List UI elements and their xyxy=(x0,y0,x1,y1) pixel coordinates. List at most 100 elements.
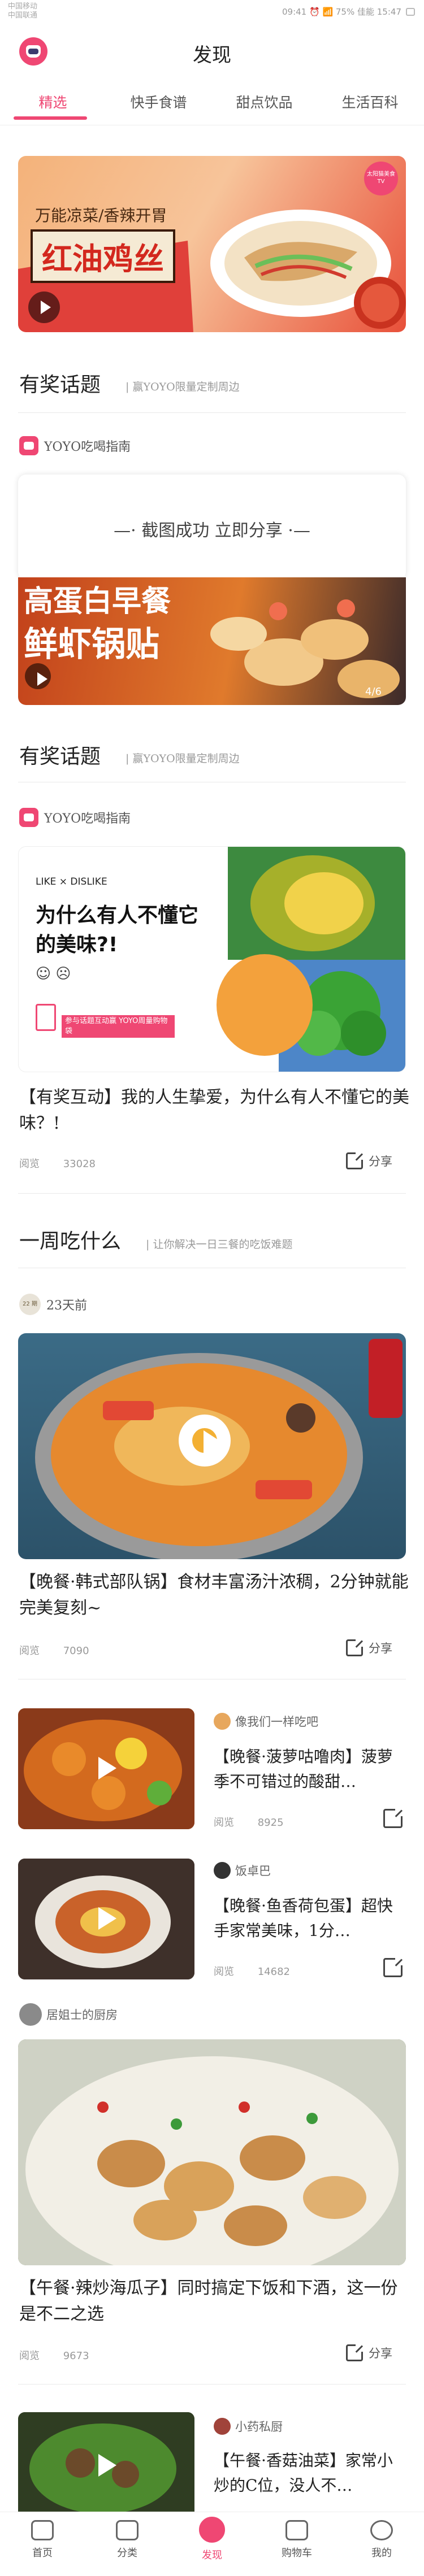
carrier-line-2: 中国联通 xyxy=(8,11,38,20)
share-button[interactable]: 分享 xyxy=(346,1639,392,1656)
views-count: 9673 xyxy=(63,2350,89,2362)
nav-home[interactable]: 首页 xyxy=(0,2520,85,2560)
mini-author-row[interactable]: 饭卓巴 xyxy=(214,1862,271,1879)
topic-promo: 参与话题互动赢 YOYO周量购物袋 xyxy=(62,1015,175,1038)
play-icon[interactable] xyxy=(86,1899,126,1939)
author-avatar-icon xyxy=(19,808,38,827)
author-name: 饭卓巴 xyxy=(235,1864,271,1878)
topic-card-image[interactable]: LIKE × DISLIKE 为什么有人不懂它的美味?! ☺ ☹ 参与话题互动赢… xyxy=(18,846,406,1072)
status-text: 09:41 ⏰ 📶 75% 佳能 15:47 xyxy=(282,7,401,17)
views-count: 33028 xyxy=(63,1158,96,1170)
share-icon xyxy=(346,1152,364,1169)
share-icon xyxy=(346,1639,364,1656)
views-label: 阅览 xyxy=(214,1817,234,1829)
topic-tag: LIKE × DISLIKE xyxy=(36,876,107,887)
page-title: 发现 xyxy=(193,44,231,67)
emoji-faces-icon: ☺ ☹ xyxy=(36,965,71,982)
discover-icon xyxy=(199,2517,225,2543)
play-icon[interactable] xyxy=(25,663,51,689)
screenshot-share-popup[interactable]: —· 截图成功 立即分享 ·— xyxy=(18,475,406,580)
clam-post-image[interactable] xyxy=(18,2039,406,2265)
mini-post-title[interactable]: 【晚餐·菠萝咕噜肉】菠萝季不可错过的酸甜… xyxy=(214,1744,406,1794)
tab-desserts[interactable]: 甜点饮品 xyxy=(211,92,317,112)
section-title-topic: 有奖话题 xyxy=(19,373,101,397)
weekly-video-thumb[interactable] xyxy=(18,1333,406,1559)
share-button[interactable]: 分享 xyxy=(346,2344,392,2361)
nav-discover[interactable]: 发现 xyxy=(170,2517,254,2562)
author-row[interactable]: 居姐士的厨房 xyxy=(19,2003,118,2026)
active-tab-indicator xyxy=(14,116,87,120)
section-divider xyxy=(18,412,406,413)
author-row[interactable]: YOYO吃喝指南 xyxy=(19,436,131,455)
topic-card-headline: 为什么有人不懂它的美味?! xyxy=(36,904,199,956)
battery-icon xyxy=(406,7,415,16)
tab-featured[interactable]: 精选 xyxy=(0,92,106,112)
section-divider xyxy=(18,1193,406,1194)
durian-icon xyxy=(250,855,375,951)
share-icon xyxy=(383,1808,403,1828)
share-icon xyxy=(383,1957,403,1977)
nav-profile[interactable]: 我的 xyxy=(339,2520,424,2560)
tab-life-tips[interactable]: 生活百科 xyxy=(317,92,423,112)
play-icon[interactable] xyxy=(184,1418,239,1472)
issue-row: 22 期 23天前 xyxy=(19,1294,87,1315)
mini-post-thumb[interactable] xyxy=(18,1859,194,1979)
post-views: 阅览 14682 xyxy=(214,1964,290,1978)
post-title[interactable]: 【晚餐·韩式部队锅】食材丰富汤汁浓稠，2分钟就能完美复刻~ xyxy=(19,1569,409,1621)
video-banner-subtitle: 高蛋白早餐 xyxy=(24,584,171,619)
bottom-nav: 首页 分类 发现 购物车 我的 xyxy=(0,2512,424,2576)
section-subtitle-topic-2: | 赢YOYO限量定制周边 xyxy=(126,752,240,765)
tab-quick-recipes[interactable]: 快手食谱 xyxy=(106,92,211,112)
nav-category[interactable]: 分类 xyxy=(85,2520,170,2560)
play-icon[interactable] xyxy=(86,2446,126,2486)
category-tabs: 精选 快手食谱 甜点饮品 生活百科 xyxy=(0,79,424,125)
nav-label: 首页 xyxy=(32,2547,53,2559)
hero-banner[interactable]: 万能凉菜/香辣开胃 红油鸡丝 太阳猫美食TV xyxy=(18,156,406,332)
mini-post-thumb[interactable] xyxy=(18,1708,194,1829)
mini-author-row[interactable]: 小药私厨 xyxy=(214,2418,283,2435)
mini-post-title[interactable]: 【晚餐·鱼香荷包蛋】超快手家常美味，1分… xyxy=(214,1894,406,1943)
channel-badge: 太阳猫美食TV xyxy=(364,162,398,195)
post-views: 阅览 7090 xyxy=(19,1643,89,1657)
video-banner-title: 鲜虾锅贴 xyxy=(24,625,159,664)
share-button[interactable] xyxy=(383,1957,403,1977)
banner-title: 红油鸡丝 xyxy=(31,229,175,283)
author-name: YOYO吃喝指南 xyxy=(44,440,131,454)
post-views: 阅览 33028 xyxy=(19,1156,96,1170)
home-icon xyxy=(31,2520,54,2540)
share-button[interactable] xyxy=(383,1808,403,1828)
author-avatar-icon xyxy=(19,2003,42,2026)
carrier-label: 中国移动 中国联通 xyxy=(8,2,37,20)
play-icon[interactable] xyxy=(28,291,60,323)
post-title[interactable]: 【午餐·辣炒海瓜子】同时搞定下饭和下酒，这一份是不二之选 xyxy=(19,2275,409,2327)
share-label: 分享 xyxy=(369,2347,392,2360)
banner-subtitle: 万能凉菜/香辣开胃 xyxy=(35,206,167,225)
share-icon xyxy=(346,2344,364,2361)
status-right: 09:41 ⏰ 📶 75% 佳能 15:47 xyxy=(282,6,415,18)
mini-author-row[interactable]: 像我们一样吃吧 xyxy=(214,1713,318,1730)
status-bar: 中国移动 中国联通 09:41 ⏰ 📶 75% 佳能 15:47 xyxy=(0,0,424,25)
mini-post-thumb[interactable] xyxy=(18,2412,194,2520)
author-row[interactable]: YOYO吃喝指南 xyxy=(19,808,131,827)
issue-badge-icon: 22 期 xyxy=(19,1294,41,1315)
category-icon xyxy=(116,2520,139,2540)
mini-post-title[interactable]: 【午餐·香菇油菜】家常小炒的C位，没人不… xyxy=(214,2448,406,2498)
play-icon[interactable] xyxy=(86,1749,126,1789)
author-name: 居姐士的厨房 xyxy=(46,2008,118,2022)
nav-cart[interactable]: 购物车 xyxy=(254,2520,339,2560)
author-name: 小药私厨 xyxy=(235,2420,283,2434)
post-views: 阅览 9673 xyxy=(19,2348,89,2362)
shopping-bag-icon xyxy=(36,1004,56,1031)
video-banner[interactable]: 高蛋白早餐 鲜虾锅贴 4/6 xyxy=(18,577,406,705)
share-button[interactable]: 分享 xyxy=(346,1152,392,1169)
post-title[interactable]: 【有奖互动】我的人生挚爱，为什么有人不懂它的美味？! xyxy=(19,1085,409,1137)
section-title-topic-2: 有奖话题 xyxy=(19,745,101,768)
author-avatar-icon xyxy=(214,2418,231,2435)
cart-icon xyxy=(285,2520,308,2540)
nav-label: 发现 xyxy=(202,2549,222,2561)
slide-counter: 4/6 xyxy=(365,686,382,698)
author-name: YOYO吃喝指南 xyxy=(44,812,131,826)
author-name: 像我们一样吃吧 xyxy=(235,1715,318,1729)
section-subtitle-topic: | 赢YOYO限量定制周边 xyxy=(126,381,240,393)
author-avatar-icon xyxy=(214,1713,231,1730)
